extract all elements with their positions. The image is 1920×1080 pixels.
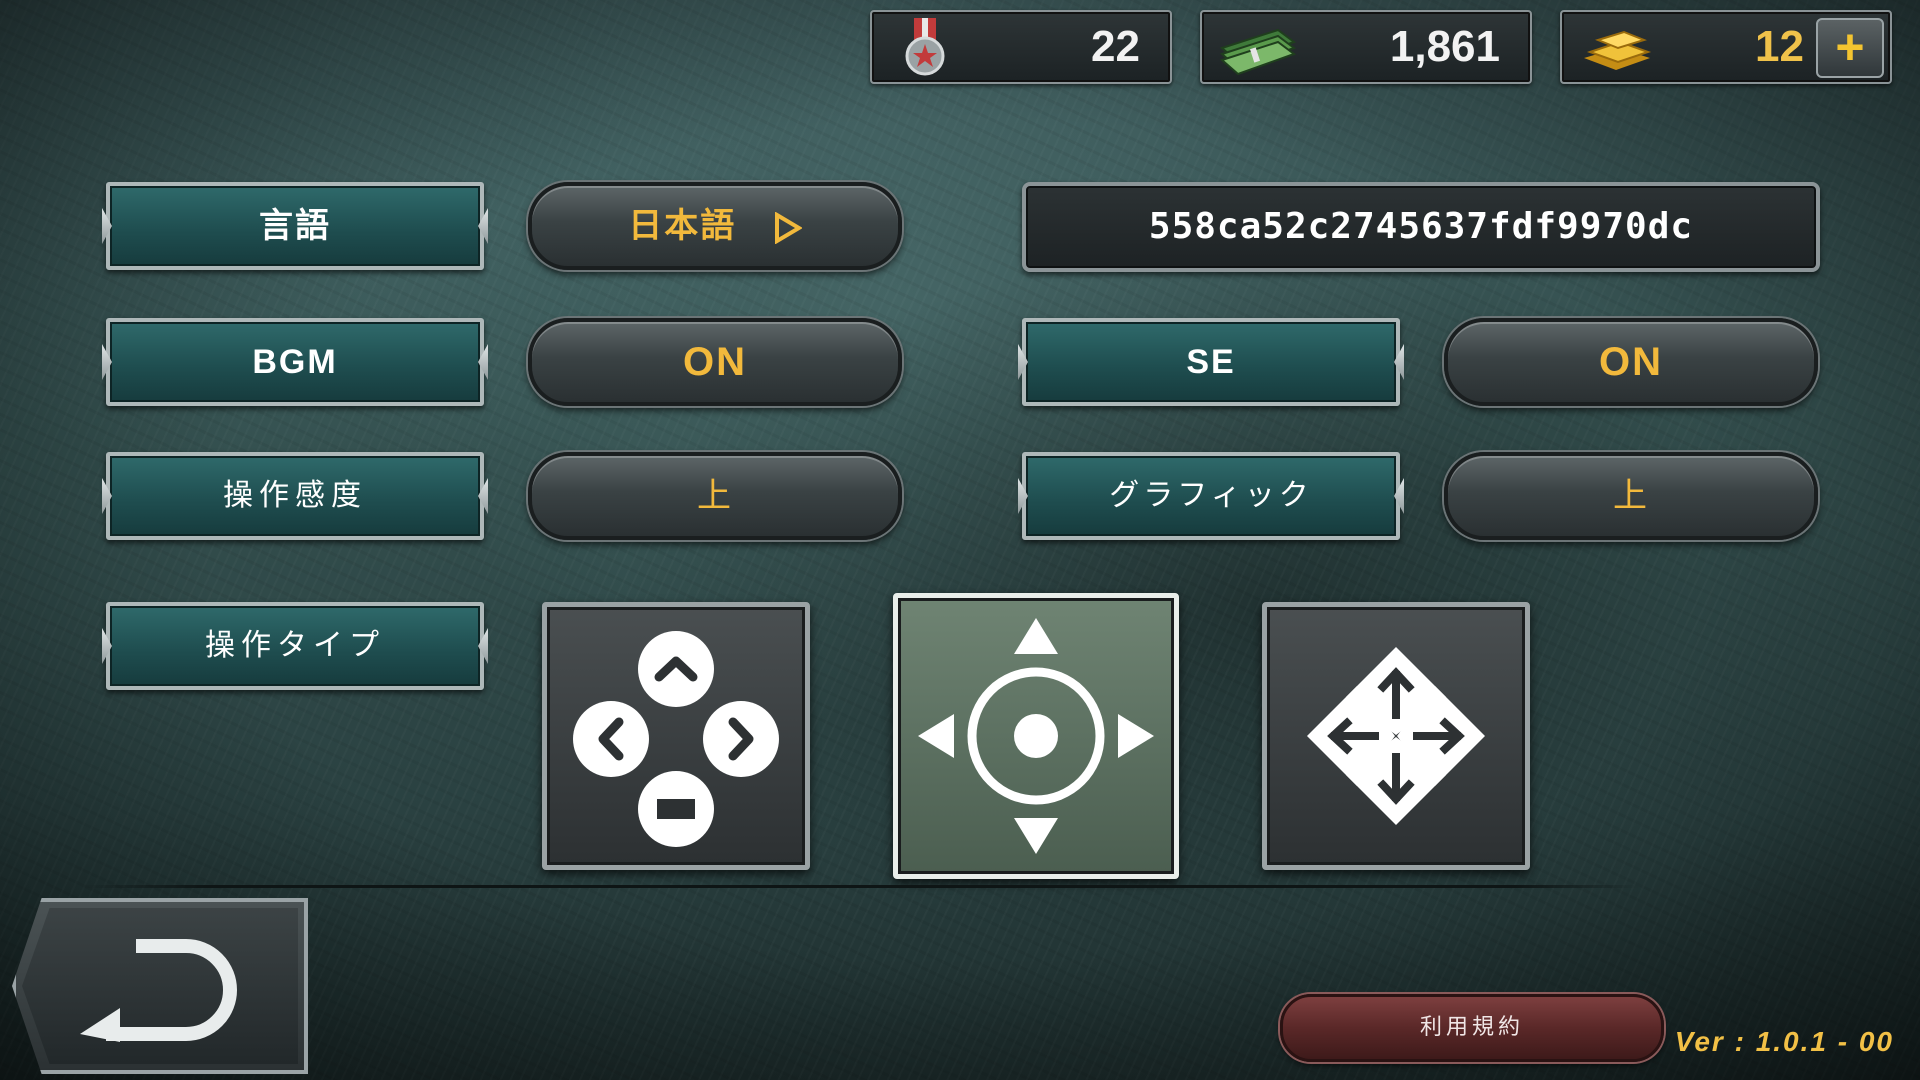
divider-line: [80, 885, 1640, 888]
gold-counter: 12 +: [1560, 10, 1892, 84]
user-id-display: 558ca52c2745637fdf9970dc: [1022, 182, 1820, 272]
control-type-joystick[interactable]: [893, 593, 1179, 879]
sensitivity-label: 操作感度: [106, 452, 484, 540]
control-type-label: 操作タイプ: [106, 602, 484, 690]
version-label: Ver : 1.0.1 - 00: [1674, 1026, 1894, 1057]
bgm-toggle[interactable]: ON: [528, 318, 902, 406]
cash-stack-icon: [1220, 28, 1297, 76]
add-gold-button[interactable]: +: [1816, 18, 1884, 78]
medal-counter: 22: [870, 10, 1172, 84]
return-arrow-icon: [80, 939, 237, 1042]
medal-icon: [905, 18, 945, 76]
se-toggle[interactable]: ON: [1444, 318, 1818, 406]
gold-bars-icon: [1584, 30, 1652, 70]
play-arrow-icon: [774, 212, 802, 245]
bgm-label: BGM: [106, 318, 484, 406]
se-label: SE: [1022, 318, 1400, 406]
terms-of-service-button[interactable]: 利用規約: [1280, 994, 1664, 1062]
sensitivity-button[interactable]: 上: [528, 452, 902, 540]
back-button[interactable]: [12, 898, 308, 1074]
gold-count: 12: [1755, 22, 1804, 71]
control-type-dpad-buttons[interactable]: [542, 602, 810, 870]
graphics-label: グラフィック: [1022, 452, 1400, 540]
language-value: 日本語: [628, 207, 737, 245]
dpad-buttons-icon: [573, 631, 779, 847]
cash-counter: 1,861: [1200, 10, 1532, 84]
medal-count: 22: [1091, 22, 1140, 71]
control-type-arrow-diamond[interactable]: [1262, 602, 1530, 870]
language-label: 言語: [106, 182, 484, 270]
cash-count: 1,861: [1389, 22, 1500, 71]
graphics-button[interactable]: 上: [1444, 452, 1818, 540]
language-button[interactable]: 日本語: [528, 182, 902, 270]
arrow-diamond-icon: [1307, 647, 1485, 825]
virtual-joystick-icon: [918, 618, 1154, 854]
